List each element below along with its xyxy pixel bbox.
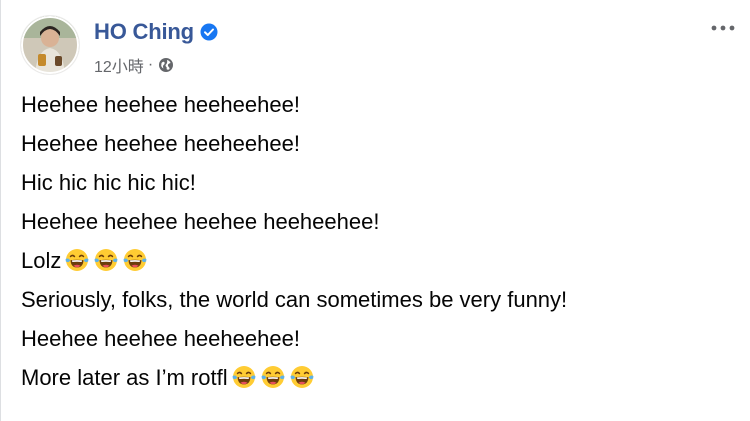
post-text-line: Heehee heehee heehee heeheehee! (21, 207, 731, 237)
face-with-tears-of-joy-emoji (123, 249, 147, 271)
author-avatar[interactable] (21, 16, 79, 74)
emoji-group (232, 365, 314, 390)
post-text: Heehee heehee heeheehee! (21, 326, 300, 351)
post-text-line: Heehee heehee heeheehee! (21, 324, 731, 354)
emoji-group (65, 248, 147, 273)
post-text: Heehee heehee heeheehee! (21, 131, 300, 156)
avatar-image (21, 16, 79, 74)
face-with-tears-of-joy-emoji (232, 366, 256, 388)
face-with-tears-of-joy-emoji (261, 366, 285, 388)
more-options-icon[interactable] (708, 18, 738, 38)
post-text: Hic hic hic hic hic! (21, 170, 196, 195)
post-meta: 12小時 · (94, 53, 174, 77)
post-text: Heehee heehee heehee heeheehee! (21, 209, 380, 234)
post-text: Seriously, folks, the world can sometime… (21, 287, 568, 312)
post-timestamp[interactable]: 12小時 (94, 53, 144, 77)
meta-separator: · (147, 56, 154, 73)
face-with-tears-of-joy-emoji (290, 366, 314, 388)
post-text-line: Heehee heehee heeheehee! (21, 129, 731, 159)
post-content: Heehee heehee heeheehee! Heehee heehee he… (21, 90, 731, 402)
verified-badge-icon (200, 23, 218, 41)
post-text-line: More later as I’m rotfl (21, 363, 731, 393)
post-header: HO Ching 12小時 · (21, 16, 721, 76)
post-text: Heehee heehee heeheehee! (21, 92, 300, 117)
post-text-line: Hic hic hic hic hic! (21, 168, 731, 198)
author-name-row: HO Ching (94, 19, 218, 45)
author-name[interactable]: HO Ching (94, 19, 194, 45)
post-text: Lolz (21, 248, 62, 273)
post-text-line: Lolz (21, 246, 731, 276)
face-with-tears-of-joy-emoji (94, 249, 118, 271)
post-text: More later as I’m rotfl (21, 365, 228, 390)
post-text-line: Heehee heehee heeheehee! (21, 90, 731, 120)
post-text-line: Seriously, folks, the world can sometime… (21, 285, 731, 315)
face-with-tears-of-joy-emoji (65, 249, 89, 271)
facebook-post: HO Ching 12小時 · Heehee heehee heeheehee!… (0, 0, 750, 421)
globe-icon[interactable] (158, 57, 174, 73)
